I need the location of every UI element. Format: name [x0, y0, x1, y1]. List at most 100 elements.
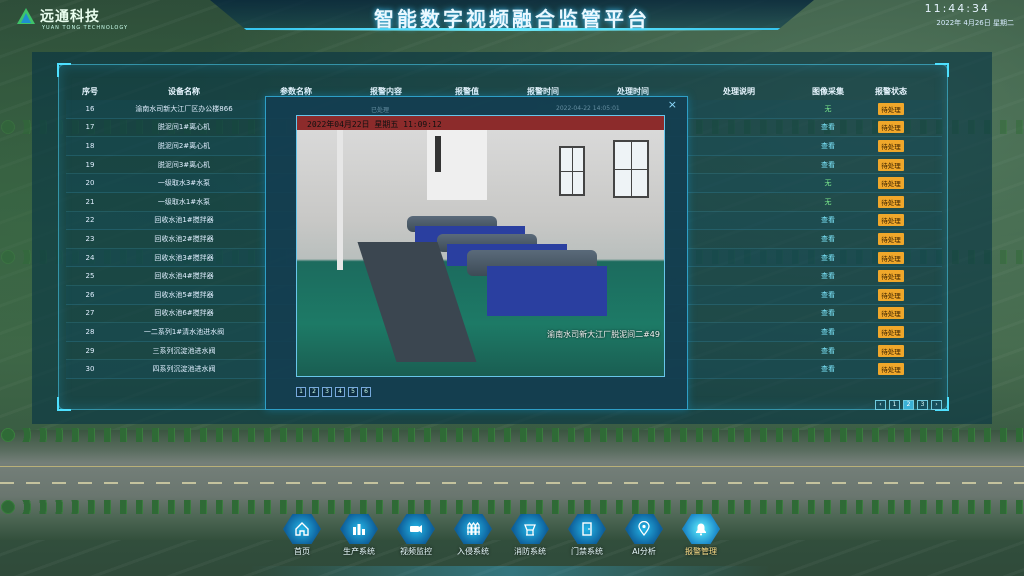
nav-icon-button[interactable]	[283, 514, 321, 544]
status-badge[interactable]: 待处理	[878, 195, 904, 208]
fence-icon	[467, 522, 480, 535]
column-header: 处理说明	[723, 86, 755, 96]
status-badge[interactable]: 待处理	[878, 251, 904, 264]
image-capture-link[interactable]: 查看	[821, 309, 835, 317]
table-cell: 20	[85, 179, 95, 188]
column-header: 报警状态	[875, 86, 907, 96]
video-channel-tabs: 123456	[296, 387, 371, 397]
nav-item[interactable]: 消防系统	[506, 514, 554, 557]
machine-base	[487, 266, 607, 316]
video-channel-tab[interactable]: 3	[322, 387, 332, 397]
image-capture-link[interactable]: 查看	[821, 272, 835, 280]
pager-button[interactable]: 1	[889, 400, 900, 410]
image-capture-link[interactable]: 查看	[821, 216, 835, 224]
nav-label: 门禁系统	[571, 547, 603, 556]
status-badge[interactable]: 待处理	[878, 232, 904, 245]
image-capture-link[interactable]: 查看	[821, 291, 835, 299]
status-badge[interactable]: 待处理	[878, 270, 904, 283]
table-cell: 查看	[798, 122, 858, 132]
clock-date: 2022年 4月26日 星期二	[936, 19, 1014, 27]
column-header: 报警值	[455, 86, 479, 96]
column-header: 图像采集	[812, 86, 844, 96]
image-capture-link[interactable]: 查看	[821, 347, 835, 355]
nav-label: 报警管理	[685, 547, 717, 556]
pager-button[interactable]: ›	[931, 400, 942, 410]
status-badge[interactable]: 待处理	[878, 158, 904, 171]
video-channel-tab[interactable]: 4	[335, 387, 345, 397]
nav-icon-button[interactable]	[340, 514, 378, 544]
status-badge[interactable]: 待处理	[878, 139, 904, 152]
status-badge[interactable]: 待处理	[878, 363, 904, 376]
nav-label: 消防系统	[514, 547, 546, 556]
table-cell: 回收水池4#搅拌器	[154, 272, 214, 281]
table-cell: 待处理	[858, 307, 924, 320]
video-channel-tab[interactable]: 2	[309, 387, 319, 397]
table-cell: 16	[85, 104, 95, 113]
nav-icon-button[interactable]	[682, 514, 720, 544]
close-icon[interactable]: ×	[668, 99, 677, 110]
crane-hook	[435, 136, 441, 172]
nav-item[interactable]: 生产系统	[335, 514, 383, 557]
image-capture-link[interactable]: 查看	[821, 365, 835, 373]
frame-corner	[57, 397, 71, 411]
nav-icon-button[interactable]	[568, 514, 606, 544]
pager-button[interactable]: ‹	[875, 400, 886, 410]
image-capture-link[interactable]: 查看	[821, 328, 835, 336]
image-capture-link[interactable]: 查看	[821, 161, 835, 169]
table-cell: 待处理	[858, 158, 924, 171]
column-header: 参数名称	[280, 86, 312, 96]
nav-label: 首页	[294, 547, 310, 556]
table-cell: 回收水池6#搅拌器	[154, 309, 214, 318]
nav-icon-button[interactable]	[454, 514, 492, 544]
table-cell: 查看	[798, 346, 858, 356]
nav-label: 入侵系统	[457, 547, 489, 556]
image-capture-link[interactable]: 查看	[821, 142, 835, 150]
table-cell: 脱泥间1#离心机	[157, 123, 211, 132]
status-badge[interactable]: 待处理	[878, 325, 904, 338]
table-cell: 27	[85, 309, 95, 318]
image-capture-link[interactable]: 查看	[821, 123, 835, 131]
door-icon	[582, 522, 592, 536]
pager-button[interactable]: 3	[917, 400, 928, 410]
status-badge[interactable]: 待处理	[878, 307, 904, 320]
nav-label: AI分析	[632, 547, 656, 556]
table-cell: 待处理	[858, 325, 924, 338]
image-capture-link[interactable]: 查看	[821, 235, 835, 243]
video-caption: 渝南水司新大江厂脱泥间二#49	[547, 330, 660, 339]
nav-item[interactable]: 门禁系统	[563, 514, 611, 557]
status-badge[interactable]: 待处理	[878, 344, 904, 357]
nav-icon-button[interactable]	[397, 514, 435, 544]
status-badge[interactable]: 待处理	[878, 288, 904, 301]
column-header: 报警时间	[527, 86, 559, 96]
table-cell: 查看	[798, 215, 858, 225]
video-channel-tab[interactable]: 6	[361, 387, 371, 397]
status-badge[interactable]: 待处理	[878, 121, 904, 134]
image-capture-link[interactable]: 查看	[821, 254, 835, 262]
table-cell: 查看	[798, 271, 858, 281]
modal-header: 已处理 2022-04-22 14:05:01	[266, 97, 687, 114]
status-badge[interactable]: 待处理	[878, 214, 904, 227]
pager-button[interactable]: 2	[903, 400, 914, 410]
table-cell: 待处理	[858, 177, 924, 190]
nav-item[interactable]: 首页	[278, 514, 326, 557]
logo-text: 远通科技	[40, 9, 100, 25]
nav-base-glow	[250, 566, 770, 576]
video-player[interactable]: 2022年04月22日 星期五 11:09:12 渝南水司新大江厂脱泥间二#49	[296, 115, 665, 377]
table-cell: 30	[85, 365, 95, 374]
video-channel-tab[interactable]: 1	[296, 387, 306, 397]
video-channel-tab[interactable]: 5	[348, 387, 358, 397]
nav-icon-button[interactable]	[511, 514, 549, 544]
modal-time: 2022-04-22 14:05:01	[556, 105, 620, 112]
nav-item[interactable]: 入侵系统	[449, 514, 497, 557]
nav-item[interactable]: 报警管理	[677, 514, 725, 557]
status-badge[interactable]: 待处理	[878, 177, 904, 190]
production-icon	[353, 524, 365, 535]
tree-row	[0, 428, 1024, 442]
status-badge[interactable]: 待处理	[878, 102, 904, 115]
nav-icon-button[interactable]	[625, 514, 663, 544]
table-cell: 17	[85, 123, 95, 132]
nav-item[interactable]: 视频监控	[392, 514, 440, 557]
table-cell: 待处理	[858, 121, 924, 134]
table-cell: 待处理	[858, 251, 924, 264]
nav-item[interactable]: AI分析	[620, 514, 668, 557]
